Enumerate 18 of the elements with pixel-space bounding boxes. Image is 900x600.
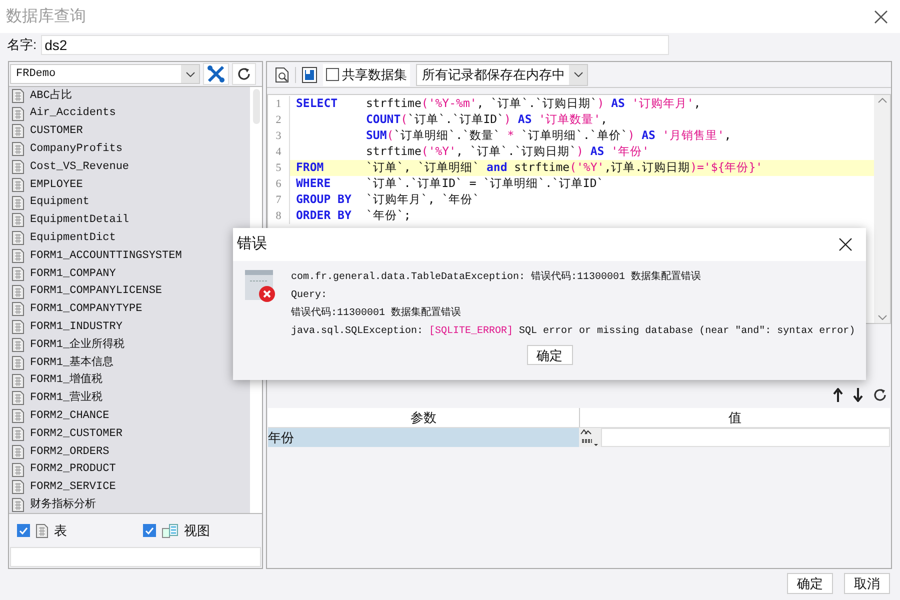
code-line: strftime('%Y', `订单`.`订购日期`) AS '年份' [365, 143, 649, 160]
code-line: SUM(`订单明细`.`数量` * `订单明细`.`单价`) AS '月销售里', [365, 127, 732, 144]
window-title: 数据库查询 [6, 6, 86, 26]
field-label: 名字: [7, 36, 37, 54]
error-message: com.fr.general.data.TableDataException: 错误代码:11300001 数据集配置错误 [291, 270, 702, 285]
column-header: 值 [727, 409, 742, 427]
code-line: WHERE `订单`.`订单ID` = `订单明细`.`订单ID` [295, 175, 604, 192]
error-message: Query: [291, 289, 328, 303]
column-header: 参数 [268, 408, 580, 427]
error-message: 错误代码:11300001 数据集配置错误 [291, 306, 462, 321]
line-number: 5 [268, 160, 290, 176]
code-line: COUNT(`订单`.`订单ID`) AS '订单数量', [365, 111, 608, 128]
dialog-title: 错误 [237, 234, 267, 254]
code-line: ORDER BY `年份`; [295, 207, 411, 224]
code-line: GROUP BY `订购年月`, `年份` [295, 191, 480, 208]
code-line: FROM `订单`, `订单明细` and strftime('%Y',订单.订购日期)='${年份}' [295, 159, 763, 176]
error-message: java.sql.SQLException: [SQLITE_ERROR] SQL error or missing database (near "and": syntax error) [291, 324, 856, 339]
code-line: SELECT strftime('%Y-%m', `订单`.`订购日期`) AS '订购年月', [295, 95, 701, 112]
